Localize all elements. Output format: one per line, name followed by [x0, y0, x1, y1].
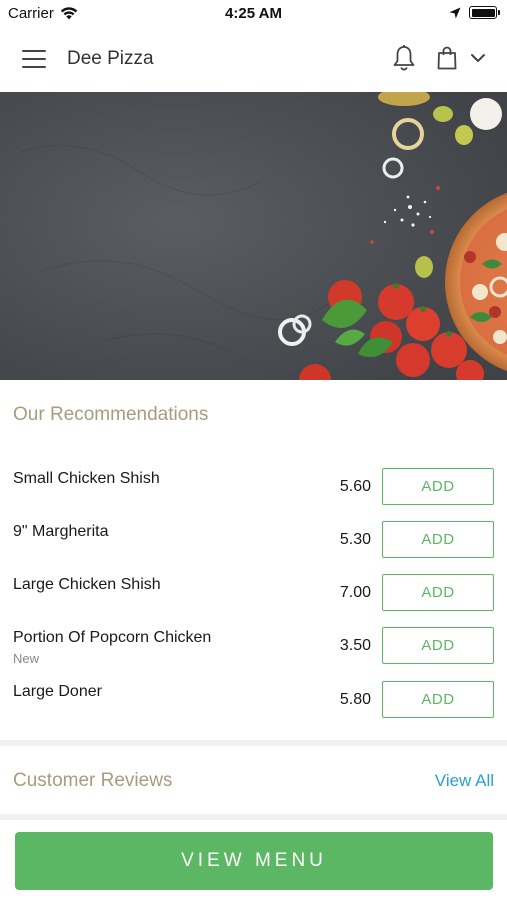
item-name: Portion Of Popcorn Chicken: [13, 629, 212, 646]
item-name: Large Doner: [13, 683, 102, 700]
view-all-link[interactable]: View All: [435, 771, 494, 791]
add-button[interactable]: ADD: [382, 574, 494, 611]
recommendation-item: Small Chicken Shish 5.60 ADD: [0, 468, 507, 520]
item-price: 3.50: [339, 637, 371, 654]
recommendations-title: Our Recommendations: [13, 404, 209, 425]
customer-reviews-title: Customer Reviews: [13, 770, 173, 791]
add-button[interactable]: ADD: [382, 681, 494, 718]
item-name: Large Chicken Shish: [13, 576, 161, 593]
item-price: 7.00: [339, 584, 371, 601]
add-button[interactable]: ADD: [382, 521, 494, 558]
view-menu-button[interactable]: VIEW MENU: [15, 832, 493, 890]
item-price: 5.60: [339, 478, 371, 495]
app-header: Dee Pizza: [0, 28, 507, 92]
item-price: 5.80: [339, 691, 371, 708]
location-arrow-icon: [449, 7, 461, 18]
recommendation-item: Large Chicken Shish 7.00 ADD: [0, 574, 507, 626]
battery-icon: [469, 6, 500, 19]
chevron-down-icon[interactable]: [470, 52, 486, 64]
pizza-ingredients-illustration: [0, 92, 507, 380]
item-name: Small Chicken Shish: [13, 470, 160, 487]
recommendation-item: Portion Of Popcorn Chicken New 3.50 ADD: [0, 627, 507, 679]
item-price: 5.30: [339, 531, 371, 548]
add-button[interactable]: ADD: [382, 627, 494, 664]
recommendation-item: 9" Margherita 5.30 ADD: [0, 521, 507, 573]
recommendation-item: Large Doner 5.80 ADD: [0, 681, 507, 733]
shopping-bag-icon[interactable]: [436, 46, 458, 70]
customer-reviews-section: Customer Reviews View All: [0, 746, 507, 814]
recommendations-section: Our Recommendations Small Chicken Shish …: [0, 380, 507, 740]
status-bar: Carrier 4:25 AM: [0, 0, 507, 28]
hamburger-menu-icon[interactable]: [22, 50, 46, 68]
item-name: 9" Margherita: [13, 523, 109, 540]
bell-icon[interactable]: [392, 44, 416, 72]
new-badge: New: [13, 651, 40, 666]
status-right: [449, 6, 500, 19]
status-time: 4:25 AM: [225, 5, 282, 22]
hero-banner-image: [0, 92, 507, 380]
app-title: Dee Pizza: [67, 48, 154, 69]
add-button[interactable]: ADD: [382, 468, 494, 505]
bottom-bar: VIEW MENU: [0, 820, 507, 900]
